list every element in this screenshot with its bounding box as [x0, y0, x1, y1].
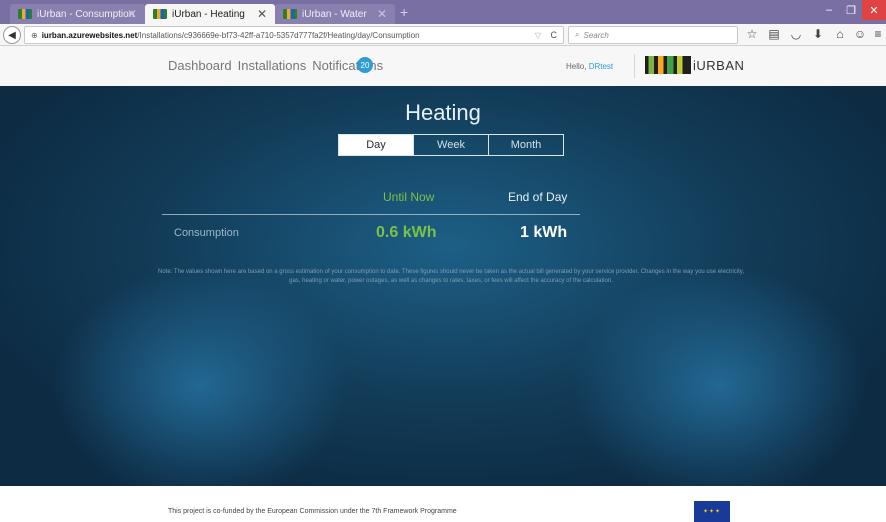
- iurban-favicon-icon: [283, 9, 297, 19]
- iurban-skyline-logo-icon[interactable]: [645, 56, 691, 74]
- heating-panel: Heating Day Week Month Until Now End of …: [0, 86, 886, 486]
- close-tab-icon[interactable]: ✕: [377, 7, 387, 21]
- chat-icon[interactable]: ☺: [852, 27, 868, 41]
- period-selector: Day Week Month: [338, 134, 564, 156]
- username-link[interactable]: DRtest: [589, 62, 613, 71]
- app-header: Dashboard Installations Notifications 20…: [0, 46, 886, 86]
- end-of-day-header: End of Day: [508, 190, 568, 204]
- logo-text[interactable]: iURBAN: [693, 58, 744, 73]
- close-tab-icon[interactable]: ✕: [257, 7, 267, 21]
- restore-button[interactable]: ❐: [840, 0, 862, 20]
- period-month-button[interactable]: Month: [488, 135, 563, 155]
- disclaimer-note: Note: The values shown here are based on…: [158, 269, 745, 284]
- reading-list-icon[interactable]: ▤: [766, 27, 782, 41]
- period-week-button[interactable]: Week: [413, 135, 488, 155]
- iurban-favicon-icon: [18, 9, 32, 19]
- browser-navbar: ◀ ⊕ iurban.azurewebsites.net /Installati…: [0, 24, 886, 46]
- home-icon[interactable]: ⌂: [832, 27, 848, 41]
- url-host: iurban.azurewebsites.net: [41, 30, 138, 40]
- nav-dashboard[interactable]: Dashboard: [168, 58, 232, 73]
- tab-label: iUrban - Heating: [172, 8, 245, 20]
- new-tab-button[interactable]: +: [400, 4, 408, 20]
- until-now-header: Until Now: [383, 190, 435, 204]
- tab-water[interactable]: iUrban - Water ✕: [275, 4, 395, 24]
- browser-tabstrip: iUrban - Consumption ✕ iUrban - Heating …: [0, 0, 886, 24]
- footer-funding-text: This project is co-funded by the Europea…: [168, 508, 457, 515]
- end-of-day-value: 1 kWh: [520, 224, 568, 241]
- search-icon: ⌕: [575, 30, 580, 39]
- main-nav: Dashboard Installations Notifications: [168, 58, 383, 73]
- pocket-icon[interactable]: ◡: [788, 27, 804, 41]
- user-greeting: Hello, DRtest: [566, 62, 613, 71]
- tab-heating[interactable]: iUrban - Heating ✕: [145, 4, 275, 24]
- back-arrow-icon: ◀: [8, 29, 16, 41]
- header-divider: [634, 54, 635, 78]
- period-day-button[interactable]: Day: [339, 135, 413, 155]
- close-tab-icon[interactable]: ✕: [127, 7, 137, 21]
- iurban-favicon-icon: [153, 9, 167, 19]
- eu-flag-icon: ✦✦✦: [694, 501, 730, 522]
- tab-consumption[interactable]: iUrban - Consumption ✕: [10, 4, 145, 24]
- url-path: /Installations/c936669e-bf73-42ff-a710-5…: [137, 30, 420, 40]
- menu-icon[interactable]: ≡: [870, 27, 886, 41]
- search-input[interactable]: ⌕ Search: [568, 26, 738, 44]
- notification-count-badge[interactable]: 20: [357, 57, 373, 73]
- tab-label: iUrban - Consumption: [37, 8, 135, 20]
- url-dropdown-icon[interactable]: ▽: [535, 31, 541, 40]
- search-placeholder: Search: [583, 30, 609, 40]
- table-divider: [162, 214, 580, 215]
- tab-label: iUrban - Water: [302, 8, 367, 20]
- page-title: Heating: [405, 100, 481, 125]
- download-icon[interactable]: ⬇: [810, 27, 826, 41]
- greeting-prefix: Hello,: [566, 62, 589, 71]
- site-info-icon[interactable]: ⊕: [31, 31, 38, 40]
- back-button[interactable]: ◀: [3, 26, 21, 44]
- bookmark-star-icon[interactable]: ☆: [744, 27, 760, 41]
- url-bar[interactable]: ⊕ iurban.azurewebsites.net /Installation…: [24, 26, 564, 44]
- consumption-label: Consumption: [174, 227, 239, 239]
- reload-icon[interactable]: C: [551, 30, 558, 40]
- until-now-value: 0.6 kWh: [376, 224, 437, 241]
- minimize-button[interactable]: –: [818, 0, 840, 20]
- nav-installations[interactable]: Installations: [238, 58, 307, 73]
- close-window-button[interactable]: ✕: [862, 0, 886, 20]
